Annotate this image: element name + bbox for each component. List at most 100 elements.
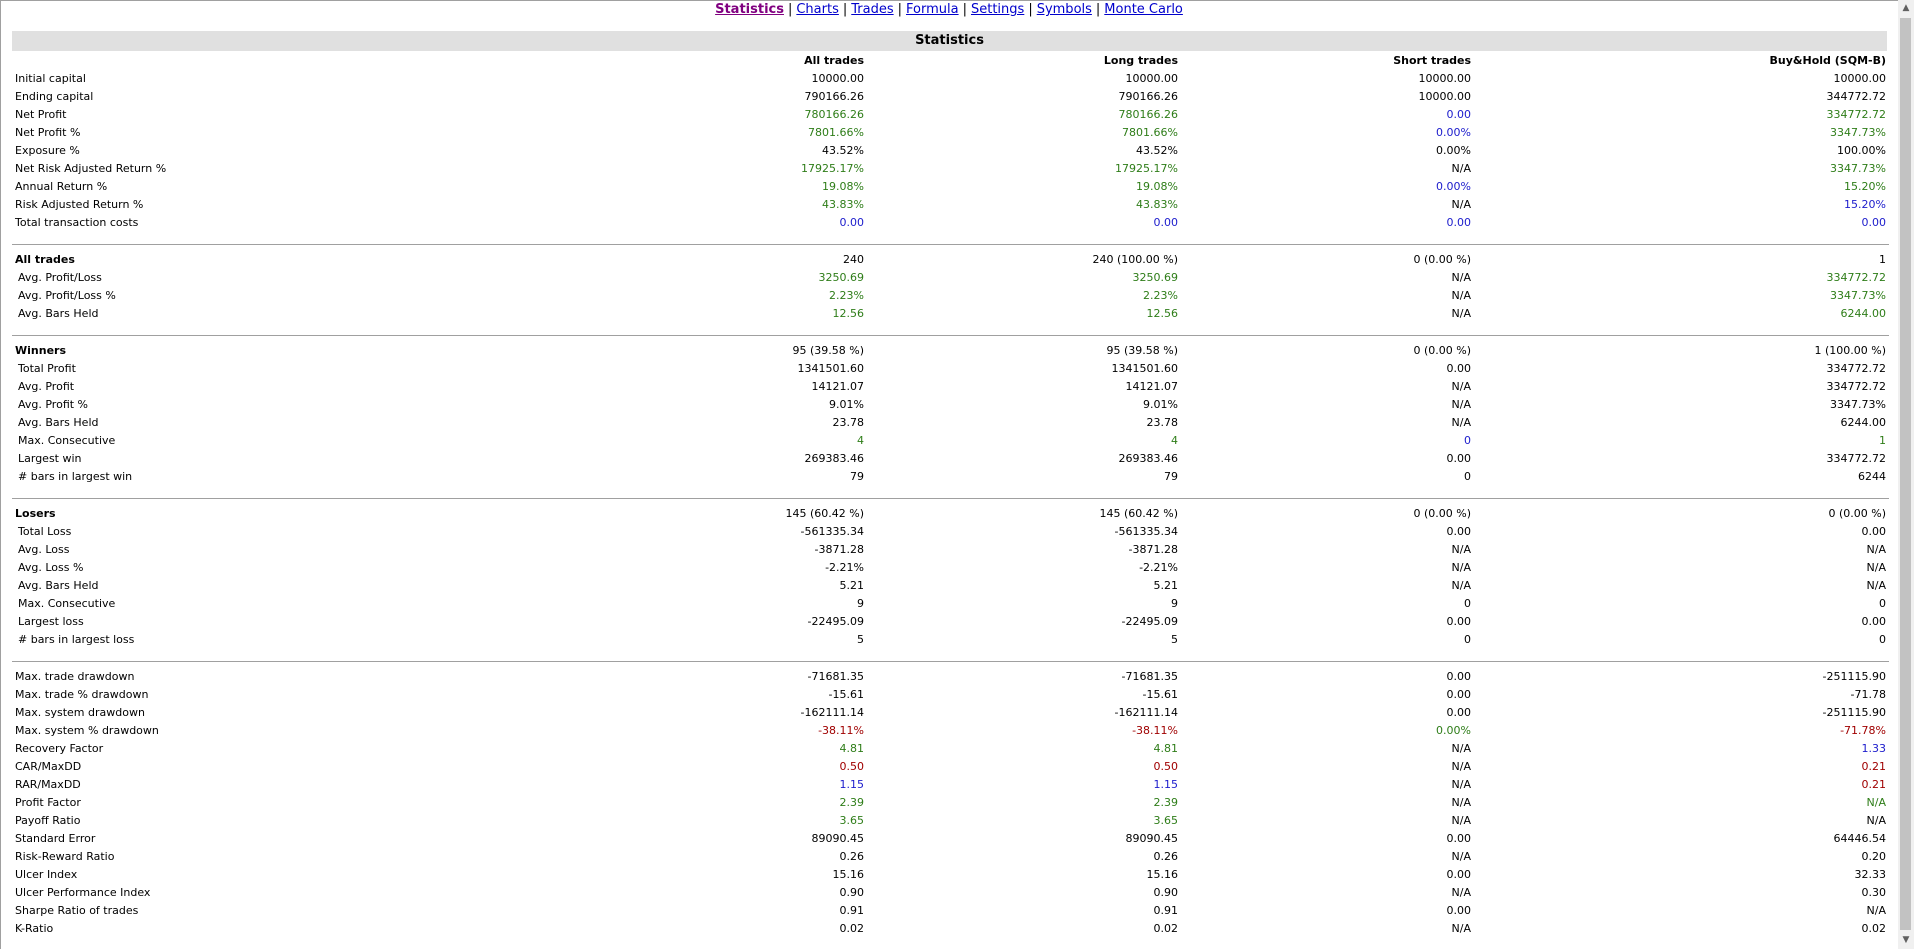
stat-value-buy-hold: N/A <box>1866 814 1886 827</box>
stat-value-long-trades: 269383.46 <box>1118 452 1179 465</box>
scroll-up-arrow-icon[interactable]: ▲ <box>1898 0 1914 17</box>
stat-label: Ending capital <box>15 90 94 103</box>
stat-value-buy-hold: 344772.72 <box>1826 90 1887 103</box>
stat-row-max-trade-drawdown: Max. trade drawdown -71681.35 -71681.35 0.0… <box>12 668 1889 686</box>
nav-separator: | <box>962 2 967 17</box>
column-header-label <box>12 52 537 70</box>
window-top-border <box>0 0 1914 1</box>
stat-value-all-trades: 2.23% <box>829 289 864 302</box>
stat-value-long-trades: 1.15 <box>1153 778 1179 791</box>
stat-label: Largest win <box>18 452 82 465</box>
nav-separator: | <box>1095 2 1101 17</box>
stat-value-all-trades: 0.50 <box>839 760 865 773</box>
stat-value-short-trades: 0 <box>1464 633 1471 646</box>
column-header-all-trades: All trades <box>804 54 864 67</box>
stat-value-short-trades: 0.00 <box>1446 525 1472 538</box>
stat-value-buy-hold: 15.20% <box>1844 198 1886 211</box>
stat-value-buy-hold: 64446.54 <box>1833 832 1887 845</box>
stat-row-avg-bars-held: Avg. Bars Held 5.21 5.21 N/A N/A <box>12 577 1889 595</box>
stat-value-long-trades: -3871.28 <box>1128 543 1178 556</box>
stat-row-bars-in-largest-loss: # bars in largest loss 5 5 0 0 <box>12 631 1889 649</box>
stat-value-buy-hold: 0.02 <box>1861 922 1887 935</box>
section-divider <box>12 486 1889 505</box>
stat-value-short-trades: 0.00% <box>1436 724 1471 737</box>
stat-value-buy-hold: 0 <box>1879 633 1886 646</box>
stat-value-all-trades: 2.39 <box>839 796 865 809</box>
scrollbar-thumb[interactable] <box>1900 18 1911 930</box>
stat-value-long-trades: 0.90 <box>1153 886 1179 899</box>
stat-value-long-trades: 43.83% <box>1136 198 1178 211</box>
stat-row-avg-bars-held: Avg. Bars Held 12.56 12.56 N/A 6244.00 <box>12 305 1889 323</box>
stat-value-long-trades: 10000.00 <box>1125 72 1179 85</box>
stat-row-avg-profit-loss: Avg. Profit/Loss 3250.69 3250.69 N/A 334772.… <box>12 269 1889 287</box>
stat-label: Avg. Profit/Loss % <box>18 289 116 302</box>
stat-value-long-trades: 5.21 <box>1153 579 1179 592</box>
stat-value-short-trades: 0.00% <box>1436 144 1471 157</box>
stat-value-short-trades: N/A <box>1451 380 1471 393</box>
stat-value-short-trades: N/A <box>1451 886 1471 899</box>
stat-value-buy-hold: 0.00 <box>1861 615 1887 628</box>
section-header-losers: Losers <box>15 507 56 520</box>
stat-value-all-trades: 0.91 <box>839 904 865 917</box>
stat-label: # bars in largest win <box>18 470 133 483</box>
nav-link-trades[interactable]: Trades <box>851 2 893 17</box>
stat-value-all-trades: -38.11% <box>818 724 864 737</box>
stat-value-short-trades: N/A <box>1451 162 1471 175</box>
stat-value-all-trades: 79 <box>850 470 864 483</box>
stat-value-buy-hold: N/A <box>1866 579 1886 592</box>
stat-value-long-trades: 0.50 <box>1153 760 1179 773</box>
stat-value-short-trades: N/A <box>1451 742 1471 755</box>
statistics-body: Initial capital 10000.00 10000.00 10000.00 1… <box>12 70 1889 938</box>
stat-value-all-trades: 5.21 <box>839 579 865 592</box>
vertical-scrollbar[interactable]: ▲ ▼ <box>1898 0 1914 949</box>
section-header-value-short-trades: 0 (0.00 %) <box>1413 253 1471 266</box>
stat-value-short-trades: 0.00 <box>1446 706 1472 719</box>
stat-label: Avg. Profit <box>18 380 75 393</box>
stat-value-all-trades: 780166.26 <box>804 108 865 121</box>
stat-value-all-trades: 43.52% <box>822 144 864 157</box>
stat-value-short-trades: 0 <box>1464 470 1471 483</box>
stat-value-long-trades: 790166.26 <box>1118 90 1179 103</box>
nav-link-formula[interactable]: Formula <box>906 2 959 17</box>
stat-value-buy-hold: -251115.90 <box>1822 670 1886 683</box>
nav-link-charts[interactable]: Charts <box>796 2 839 17</box>
stat-row-avg-bars-held: Avg. Bars Held 23.78 23.78 N/A 6244.00 <box>12 414 1889 432</box>
stat-value-long-trades: 0.00 <box>1153 216 1179 229</box>
stat-label: Standard Error <box>15 832 96 845</box>
stat-value-buy-hold: 334772.72 <box>1826 362 1887 375</box>
nav-link-statistics[interactable]: Statistics <box>715 2 784 17</box>
stat-row-avg-loss: Avg. Loss % -2.21% -2.21% N/A N/A <box>12 559 1889 577</box>
stat-value-buy-hold: 334772.72 <box>1826 380 1887 393</box>
scroll-down-arrow-icon[interactable]: ▼ <box>1898 932 1914 949</box>
stat-value-buy-hold: -251115.90 <box>1822 706 1886 719</box>
stat-row-k-ratio: K-Ratio 0.02 0.02 N/A 0.02 <box>12 920 1889 938</box>
stat-row-risk-reward-ratio: Risk-Reward Ratio 0.26 0.26 N/A 0.20 <box>12 848 1889 866</box>
stat-value-long-trades: 4.81 <box>1153 742 1179 755</box>
stat-value-buy-hold: N/A <box>1866 543 1886 556</box>
nav-link-monte-carlo[interactable]: Monte Carlo <box>1104 2 1183 17</box>
window-left-border <box>0 0 1 949</box>
stat-value-long-trades: -561335.34 <box>1114 525 1178 538</box>
stat-row-net-profit: Net Profit 780166.26 780166.26 0.00 334772.7… <box>12 106 1889 124</box>
stat-value-long-trades: -71681.35 <box>1121 670 1178 683</box>
page-title: Statistics <box>12 31 1887 51</box>
nav-link-symbols[interactable]: Symbols <box>1037 2 1092 17</box>
stat-value-buy-hold: 32.33 <box>1854 868 1887 881</box>
stat-value-buy-hold: 0 <box>1879 597 1886 610</box>
stat-value-long-trades: 780166.26 <box>1118 108 1179 121</box>
stat-label: RAR/MaxDD <box>15 778 81 791</box>
stat-value-long-trades: 89090.45 <box>1125 832 1179 845</box>
stat-value-buy-hold: N/A <box>1866 561 1886 574</box>
stat-label: CAR/MaxDD <box>15 760 82 773</box>
stat-value-all-trades: 3250.69 <box>818 271 865 284</box>
stat-label: Avg. Profit/Loss <box>18 271 102 284</box>
section-header-value-all-trades: 145 (60.42 %) <box>785 507 864 520</box>
stat-value-all-trades: -162111.14 <box>800 706 864 719</box>
stat-row-net-profit: Net Profit % 7801.66% 7801.66% 0.00% 3347.73… <box>12 124 1889 142</box>
stat-value-buy-hold: 3347.73% <box>1830 126 1886 139</box>
stat-value-buy-hold: 6244.00 <box>1840 307 1887 320</box>
stat-value-buy-hold: 334772.72 <box>1826 271 1887 284</box>
column-header-long-trades: Long trades <box>1103 54 1178 67</box>
stat-value-buy-hold: 0.30 <box>1861 886 1887 899</box>
nav-link-settings[interactable]: Settings <box>971 2 1024 17</box>
